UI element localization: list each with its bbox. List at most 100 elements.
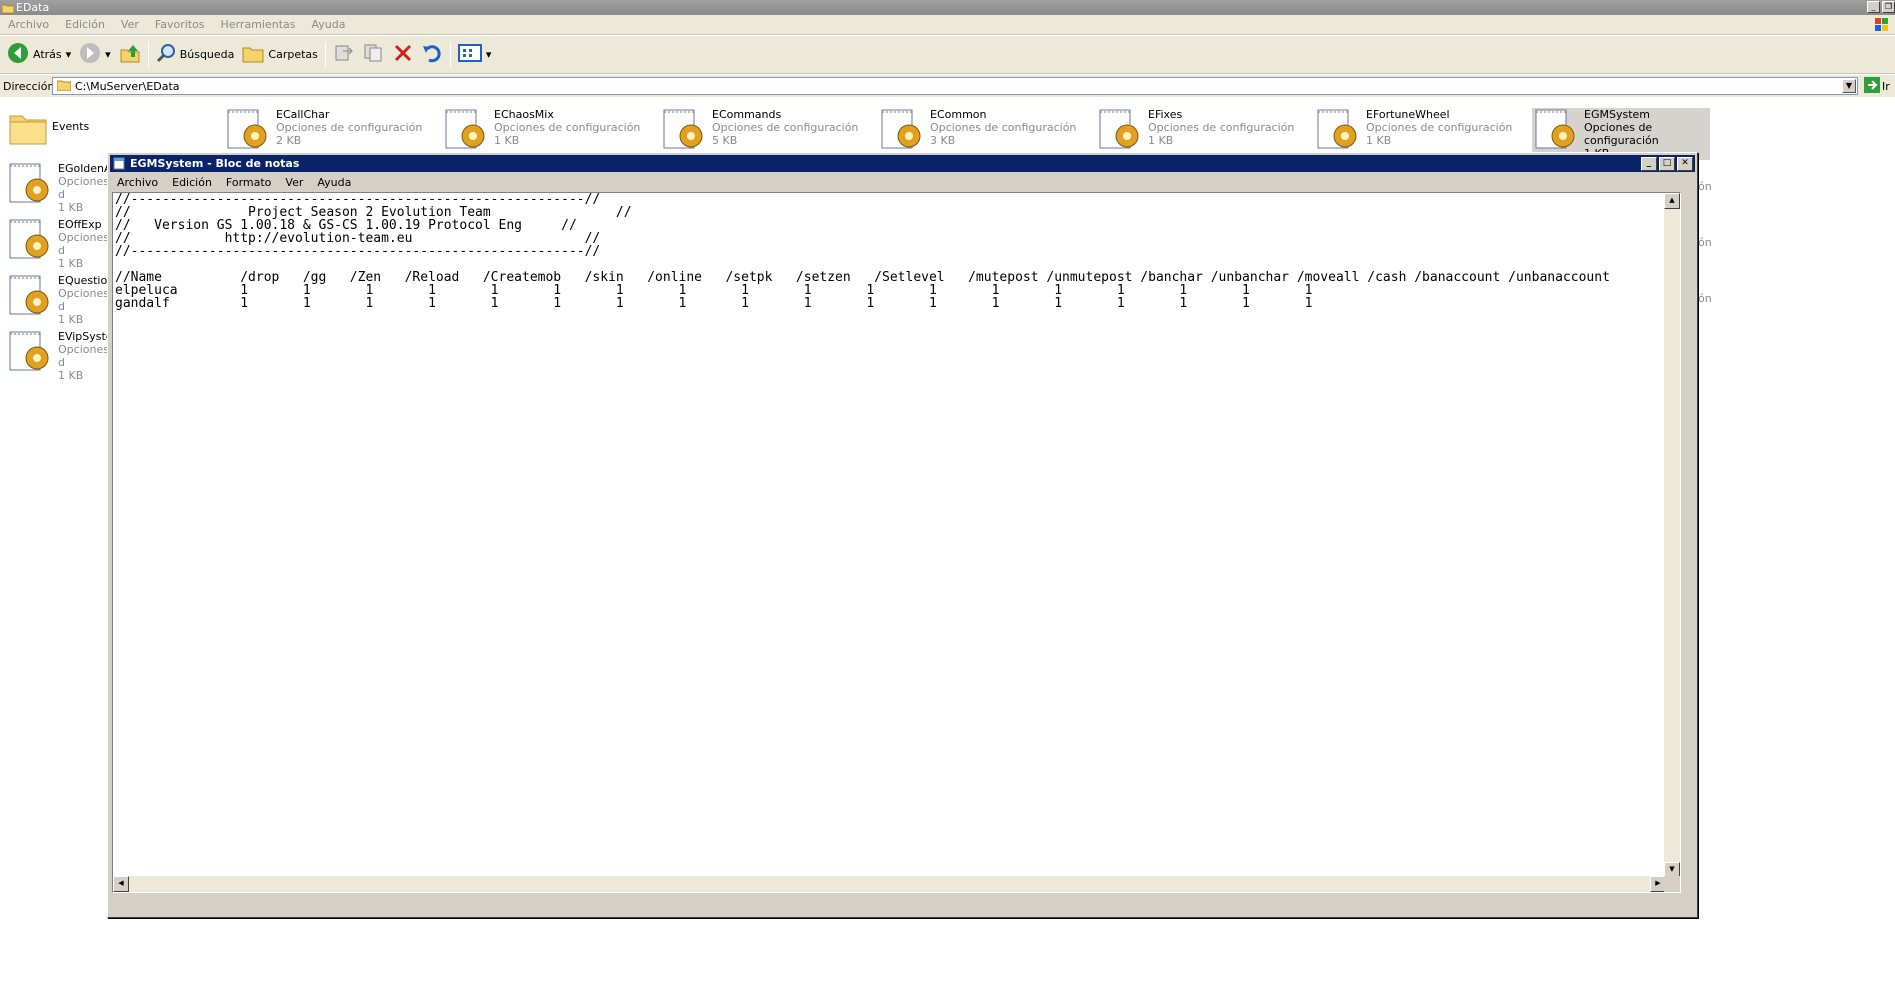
search-icon [156,43,176,66]
notepad-content: //--------------------------------------… [115,192,1610,311]
copy-to-icon [363,43,385,66]
file-item[interactable]: ECommands Opciones de configuración 5 KB [660,108,860,155]
close-button[interactable]: ✕ [1677,157,1693,171]
folders-button[interactable]: Carpetas [238,40,321,70]
file-size: 1 KB [1148,134,1174,147]
file-type: Opciones d [58,287,109,313]
config-file-icon [6,218,54,265]
file-size: 1 KB [58,201,84,214]
explorer-menu-bar: Archivo Edición Ver Favoritos Herramient… [0,15,1895,35]
toolbar-separator [449,41,451,68]
address-input[interactable]: C:\MuServer\EData ▼ [52,77,1858,95]
file-name: ECommon [930,108,987,121]
scroll-left-button[interactable]: ◀ [113,876,129,892]
hidden-file-type-fragment: ón [1698,292,1712,305]
forward-arrow-icon [79,42,101,67]
copy-to-button[interactable] [359,40,389,70]
chevron-down-icon: ▾ [485,48,492,61]
notepad-menu-formato[interactable]: Formato [219,176,279,189]
scroll-up-button[interactable]: ▲ [1664,193,1680,209]
config-file-icon [1532,108,1580,155]
go-label: Ir [1882,79,1890,93]
menu-favoritos[interactable]: Favoritos [147,18,213,31]
forward-button[interactable]: ▾ [75,40,115,70]
notepad-menu-edicion[interactable]: Edición [165,176,219,189]
file-type: Opciones d [58,231,109,257]
folder-item-events[interactable]: Events [8,108,89,149]
vertical-scrollbar[interactable]: ▲ ▼ [1664,193,1680,878]
file-name: EFixes [1148,108,1183,121]
file-item[interactable]: EChaosMix Opciones de configuración 1 KB [442,108,642,155]
go-button[interactable]: Ir [1864,76,1895,96]
folder-name: Events [52,120,90,133]
notepad-title: EGMSystem - Bloc de notas [130,157,300,170]
file-type: Opciones de configuración [494,121,641,134]
notepad-menu-archivo[interactable]: Archivo [110,176,165,189]
file-size: 1 KB [58,313,84,326]
maximize-button[interactable]: □ [1659,157,1675,171]
config-file-icon [6,162,54,209]
file-name: EQuestion [58,274,110,287]
file-size: 5 KB [712,134,738,147]
menu-herramientas[interactable]: Herramientas [213,18,304,31]
minimize-button[interactable]: _ [1867,1,1880,13]
config-file-icon [660,108,708,155]
notepad-title-bar[interactable]: EGMSystem - Bloc de notas _ □ ✕ [110,155,1695,172]
file-name: EOffExp [58,218,102,231]
folders-icon [242,43,264,66]
minimize-button[interactable]: _ [1641,157,1657,171]
file-name: ECallChar [276,108,330,121]
file-type: Opciones de configuración [712,121,859,134]
chevron-down-icon: ▾ [105,48,111,61]
address-dropdown-button[interactable]: ▼ [1842,79,1856,93]
config-file-icon [878,108,926,155]
config-file-icon [1096,108,1144,155]
notepad-menu-ayuda[interactable]: Ayuda [310,176,358,189]
file-item[interactable]: ECommon Opciones de configuración 3 KB [878,108,1078,155]
folders-label: Carpetas [268,48,318,61]
file-item[interactable]: ECallChar Opciones de configuración 2 KB [224,108,424,155]
horizontal-scrollbar[interactable]: ◀ ▶ [113,876,1666,892]
delete-x-icon [393,43,413,66]
file-size: 2 KB [276,134,302,147]
explorer-title: EData [16,1,50,14]
undo-icon [421,43,443,66]
restore-button[interactable]: ❐ [1882,1,1895,13]
chevron-down-icon: ▾ [65,48,72,61]
file-type: Opciones d [58,343,109,369]
file-name: EChaosMix [494,108,554,121]
move-to-button[interactable] [329,40,359,70]
up-folder-icon [119,42,141,67]
file-item[interactable]: EVipSysterOpciones d1 KB [6,330,110,382]
file-item[interactable]: EFixes Opciones de configuración 1 KB [1096,108,1296,155]
notepad-menu-ver[interactable]: Ver [278,176,310,189]
back-button[interactable]: Atrás ▾ [3,40,75,70]
file-item[interactable]: EFortuneWheel Opciones de configuración 1 … [1314,108,1514,155]
file-name: EFortuneWheel [1366,108,1450,121]
file-item[interactable]: EGoldenArOpciones d1 KB [6,162,110,214]
notepad-window: EGMSystem - Bloc de notas _ □ ✕ Archivo … [107,152,1698,918]
file-item[interactable]: EQuestion Opciones d1 KB [6,274,110,326]
resize-grip[interactable] [1664,876,1680,892]
notepad-menu-bar: Archivo Edición Formato Ver Ayuda [110,173,1695,191]
menu-ver[interactable]: Ver [113,18,147,31]
config-file-icon [442,108,490,155]
undo-button[interactable] [417,40,447,70]
notepad-text-area[interactable]: //--------------------------------------… [112,192,1681,893]
menu-edicion[interactable]: Edición [57,18,113,31]
delete-button[interactable] [389,40,417,70]
config-file-icon [1314,108,1362,155]
file-size: 1 KB [58,257,84,270]
menu-ayuda[interactable]: Ayuda [303,18,353,31]
move-to-icon [333,43,355,66]
up-folder-button[interactable] [115,40,145,70]
go-arrow-icon [1864,76,1880,96]
file-item[interactable]: EOffExp Opciones d1 KB [6,218,110,270]
file-size: 1 KB [494,134,520,147]
views-button[interactable]: ▾ [454,40,496,70]
menu-archivo[interactable]: Archivo [0,18,57,31]
file-type: Opciones de configuración [1584,121,1659,147]
folder-icon [56,79,72,94]
search-button[interactable]: Búsqueda [152,40,239,70]
back-label: Atrás [33,48,62,61]
